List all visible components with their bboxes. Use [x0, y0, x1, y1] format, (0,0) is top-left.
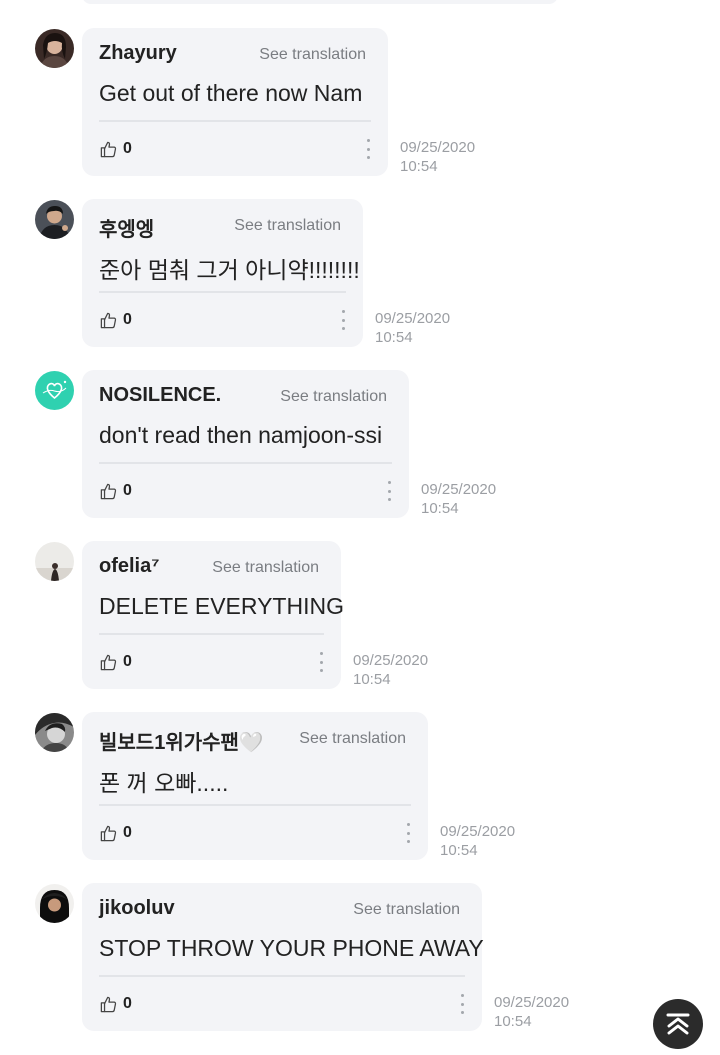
thumbs-up-icon — [99, 311, 118, 330]
thumbs-up-icon — [99, 653, 118, 672]
comment-divider — [99, 291, 346, 293]
thumbs-up-icon — [99, 140, 118, 159]
comment-item: 빌보드1위가수팬🤍 See translation 폰 꺼 오빠..... 0 … — [0, 712, 720, 863]
comment-username[interactable]: jikooluv — [99, 897, 175, 920]
comment-timestamp: 09/25/2020 10:54 — [421, 480, 496, 518]
comment-date: 09/25/2020 — [440, 823, 516, 840]
more-vertical-icon[interactable] — [317, 652, 325, 672]
comment-text: STOP THROW YOUR PHONE AWAY — [99, 935, 484, 961]
more-vertical-icon[interactable] — [385, 481, 393, 501]
comment-item: NOSILENCE. See translation don't read th… — [0, 370, 720, 521]
like-button[interactable]: 0 — [99, 652, 132, 672]
comment-divider — [99, 120, 371, 122]
user-avatar[interactable] — [35, 29, 74, 68]
like-count: 0 — [123, 824, 132, 841]
like-count: 0 — [123, 482, 132, 499]
more-vertical-icon[interactable] — [339, 310, 347, 330]
see-translation-link[interactable]: See translation — [280, 388, 387, 406]
comment-timestamp: 09/25/2020 10:54 — [375, 309, 450, 347]
more-vertical-icon[interactable] — [404, 823, 412, 843]
comment-time: 10:54 — [421, 500, 459, 517]
comment-bubble: ofelia⁷ See translation DELETE EVERYTHIN… — [82, 541, 344, 689]
comment-text: 폰 꺼 오빠..... — [99, 770, 229, 796]
previous-comment-bubble-edge — [82, 0, 558, 4]
see-translation-link[interactable]: See translation — [212, 559, 319, 577]
user-avatar[interactable] — [35, 542, 74, 581]
comment-date: 09/25/2020 — [421, 481, 497, 498]
comment-item: jikooluv See translation STOP THROW YOUR… — [0, 883, 720, 1034]
thumbs-up-icon — [99, 482, 118, 501]
comment-username[interactable]: ofelia⁷ — [99, 555, 160, 578]
user-avatar[interactable] — [35, 371, 74, 410]
comment-username[interactable]: 후엥엥 — [99, 213, 154, 242]
comment-bubble: NOSILENCE. See translation don't read th… — [82, 370, 409, 518]
comment-divider — [99, 633, 324, 635]
comment-time: 10:54 — [440, 842, 478, 859]
comment-bubble: jikooluv See translation STOP THROW YOUR… — [82, 883, 484, 1031]
comment-text: DELETE EVERYTHING — [99, 593, 344, 619]
like-button[interactable]: 0 — [99, 823, 132, 843]
comment-text: 준아 멈춰 그거 아니약!!!!!!!! — [99, 257, 360, 283]
comment-time: 10:54 — [400, 158, 438, 175]
thumbs-up-icon — [99, 824, 118, 843]
comment-username[interactable]: Zhayury — [99, 42, 177, 65]
comment-bubble: 후엥엥 See translation 준아 멈춰 그거 아니약!!!!!!!!… — [82, 199, 363, 347]
comment-timestamp: 09/25/2020 10:54 — [400, 138, 475, 176]
thumbs-up-icon — [99, 995, 118, 1014]
comment-date: 09/25/2020 — [494, 994, 570, 1011]
like-count: 0 — [123, 311, 132, 328]
user-avatar[interactable] — [35, 713, 74, 752]
like-button[interactable]: 0 — [99, 481, 132, 501]
like-button[interactable]: 0 — [99, 139, 132, 159]
comment-date: 09/25/2020 — [375, 310, 451, 327]
comment-username[interactable]: NOSILENCE. — [99, 384, 221, 407]
like-count: 0 — [123, 653, 132, 670]
comment-item: ofelia⁷ See translation DELETE EVERYTHIN… — [0, 541, 720, 692]
user-avatar[interactable] — [35, 884, 74, 923]
comment-time: 10:54 — [494, 1013, 532, 1030]
see-translation-link[interactable]: See translation — [353, 901, 460, 919]
comment-text: Get out of there now Nam — [99, 80, 363, 106]
comment-time: 10:54 — [375, 329, 413, 346]
comment-item: Zhayury See translation Get out of there… — [0, 28, 720, 179]
comment-divider — [99, 462, 392, 464]
like-count: 0 — [123, 140, 132, 157]
comment-timestamp: 09/25/2020 10:54 — [494, 993, 569, 1031]
like-count: 0 — [123, 995, 132, 1012]
comment-timestamp: 09/25/2020 10:54 — [440, 822, 515, 860]
comment-date: 09/25/2020 — [400, 139, 476, 156]
more-vertical-icon[interactable] — [458, 994, 466, 1014]
comment-divider — [99, 975, 465, 977]
see-translation-link[interactable]: See translation — [234, 217, 341, 235]
comment-username[interactable]: 빌보드1위가수팬🤍 — [99, 726, 264, 755]
comment-time: 10:54 — [353, 671, 391, 688]
more-vertical-icon[interactable] — [364, 139, 372, 159]
like-button[interactable]: 0 — [99, 994, 132, 1014]
comment-divider — [99, 804, 411, 806]
comment-bubble: 빌보드1위가수팬🤍 See translation 폰 꺼 오빠..... 0 — [82, 712, 428, 860]
user-avatar[interactable] — [35, 200, 74, 239]
see-translation-link[interactable]: See translation — [259, 46, 366, 64]
scroll-to-top-button[interactable] — [653, 999, 703, 1049]
like-button[interactable]: 0 — [99, 310, 132, 330]
comment-item: 후엥엥 See translation 준아 멈춰 그거 아니약!!!!!!!!… — [0, 199, 720, 350]
comment-date: 09/25/2020 — [353, 652, 429, 669]
comment-timestamp: 09/25/2020 10:54 — [353, 651, 428, 689]
scroll-to-top-icon — [664, 1010, 692, 1038]
see-translation-link[interactable]: See translation — [299, 730, 406, 748]
comment-bubble: Zhayury See translation Get out of there… — [82, 28, 388, 176]
comment-text: don't read then namjoon-ssi — [99, 422, 383, 448]
